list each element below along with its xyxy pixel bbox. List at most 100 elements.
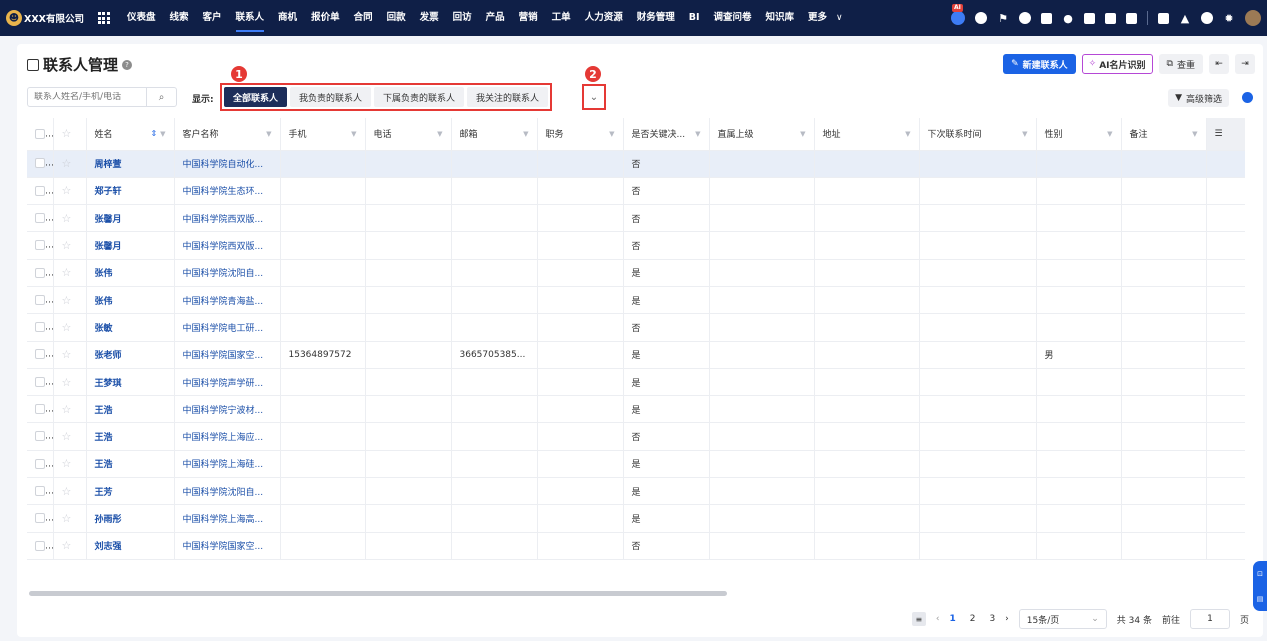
nav-item-18[interactable]: 更多 xyxy=(801,0,834,36)
cell-name[interactable]: 刘志强 xyxy=(86,532,175,560)
cell-name[interactable]: 王梦琪 xyxy=(86,368,175,397)
nav-item-0[interactable]: 仪表盘 xyxy=(120,0,163,36)
brand[interactable]: ☻ XXX有限公司 xyxy=(6,10,84,26)
calendar-icon[interactable] xyxy=(1126,12,1137,24)
cell-name[interactable]: 张伟 xyxy=(86,286,175,315)
ai-card-button[interactable]: ✧ AI名片识别 xyxy=(1081,54,1153,74)
column-header-8[interactable]: 地址 ▼ xyxy=(814,118,920,151)
cell-customer[interactable]: 中国科学院西双版... xyxy=(174,231,281,260)
filter-icon[interactable]: ▼ xyxy=(266,130,271,138)
table-row[interactable]: ☆ 张伟 中国科学院沈阳自... 是 xyxy=(27,259,1245,287)
table-row[interactable]: ☆ 周梓萱 中国科学院自动化... 否 xyxy=(27,150,1245,178)
star-icon[interactable]: ☆ xyxy=(62,266,72,279)
nav-item-11[interactable]: 营销 xyxy=(512,0,545,36)
table-row[interactable]: ☆ 孙雨彤 中国科学院上海高... 是 xyxy=(27,504,1245,533)
cell-name[interactable]: 孙雨彤 xyxy=(86,504,175,533)
filter-icon[interactable]: ▼ xyxy=(160,130,165,138)
cell-name[interactable]: 张馨月 xyxy=(86,204,175,233)
cell-name[interactable]: 张老师 xyxy=(86,341,175,369)
table-row[interactable]: ☆ 张馨月 中国科学院西双版... 否 xyxy=(27,204,1245,233)
nav-item-8[interactable]: 发票 xyxy=(413,0,446,36)
nav-item-6[interactable]: 合同 xyxy=(347,0,380,36)
filter-tab-2[interactable]: 下属负责的联系人 xyxy=(374,87,465,107)
search-input[interactable] xyxy=(28,92,146,102)
cell-customer[interactable]: 中国科学院上海高... xyxy=(174,504,281,533)
row-checkbox[interactable] xyxy=(35,240,45,251)
import-button[interactable]: ⇤ xyxy=(1209,54,1229,74)
user-icon[interactable]: ● xyxy=(1062,12,1074,25)
table-row[interactable]: ☆ 张老师 中国科学院国家空... 15364897572 3665705385... 是… xyxy=(27,341,1245,369)
apps-grid-icon[interactable] xyxy=(97,12,110,24)
cell-customer[interactable]: 中国科学院电工研... xyxy=(174,313,281,342)
cell-name[interactable]: 王浩 xyxy=(86,422,175,451)
nav-item-4[interactable]: 商机 xyxy=(271,0,304,36)
filter-icon[interactable]: ▼ xyxy=(523,130,528,138)
table-row[interactable]: ☆ 张馨月 中国科学院西双版... 否 xyxy=(27,231,1245,260)
column-settings-header[interactable]: ☰ xyxy=(1206,118,1245,151)
page-number[interactable]: 3 xyxy=(989,614,995,624)
mail-icon[interactable] xyxy=(1041,12,1052,24)
filter-icon[interactable]: ▼ xyxy=(1022,130,1027,138)
cell-customer[interactable]: 中国科学院声学研... xyxy=(174,368,281,397)
column-header-4[interactable]: 邮箱 ▼ xyxy=(451,118,538,151)
table-row[interactable]: ☆ 郑子轩 中国科学院生态环... 否 xyxy=(27,177,1245,206)
question-icon[interactable]: ? xyxy=(122,59,133,70)
help-icon[interactable] xyxy=(1201,12,1213,24)
cell-customer[interactable]: 中国科学院国家空... xyxy=(174,532,281,560)
nav-item-3[interactable]: 联系人 xyxy=(229,0,272,36)
star-icon[interactable]: ☆ xyxy=(62,485,72,498)
column-header-3[interactable]: 电话 ▼ xyxy=(365,118,452,151)
star-icon[interactable]: ☆ xyxy=(62,157,72,170)
column-header-11[interactable]: 备注 ▼ xyxy=(1121,118,1207,151)
nav-item-13[interactable]: 人力资源 xyxy=(578,0,630,36)
compass-icon[interactable] xyxy=(1019,12,1031,24)
star-icon[interactable]: ☆ xyxy=(62,430,72,443)
star-icon[interactable]: ☆ xyxy=(62,239,72,252)
sort-icon[interactable]: ⇕ xyxy=(151,129,158,138)
list-view-icon[interactable]: ≡ xyxy=(911,612,926,626)
filter-icon[interactable]: ▼ xyxy=(905,130,910,138)
column-settings-icon[interactable] xyxy=(1242,92,1253,103)
column-header-5[interactable]: 职务 ▼ xyxy=(537,118,624,151)
search-button[interactable]: ⌕ xyxy=(146,88,176,106)
star-icon[interactable]: ☆ xyxy=(62,512,72,525)
cell-customer[interactable]: 中国科学院宁波材... xyxy=(174,395,281,424)
row-checkbox[interactable] xyxy=(35,212,45,223)
filter-tab-0[interactable]: 全部联系人 xyxy=(224,87,288,107)
advanced-filter-button[interactable]: ▼ 高级筛选 xyxy=(1168,89,1229,107)
filter-icon[interactable]: ▼ xyxy=(1192,130,1197,138)
cell-name[interactable]: 张敏 xyxy=(86,313,175,342)
next-page-icon[interactable]: › xyxy=(1005,614,1009,624)
row-checkbox[interactable] xyxy=(35,404,45,415)
filter-icon[interactable]: ▼ xyxy=(609,130,614,138)
cell-name[interactable]: 王芳 xyxy=(86,477,175,506)
filter-tab-1[interactable]: 我负责的联系人 xyxy=(290,87,372,107)
row-checkbox[interactable] xyxy=(35,294,45,305)
goto-page-input[interactable]: 1 xyxy=(1189,609,1230,629)
star-icon[interactable]: ☆ xyxy=(62,457,72,470)
column-header-2[interactable]: 手机 ▼ xyxy=(280,118,366,151)
star-icon[interactable]: ☆ xyxy=(62,294,72,307)
star-icon[interactable]: ☆ xyxy=(62,127,72,140)
cell-customer[interactable]: 中国科学院青海盐... xyxy=(174,286,281,315)
nav-item-12[interactable]: 工单 xyxy=(545,0,578,36)
star-icon[interactable]: ☆ xyxy=(62,376,72,389)
nav-item-15[interactable]: BI xyxy=(682,0,707,36)
nav-item-9[interactable]: 回访 xyxy=(446,0,479,36)
cell-customer[interactable]: 中国科学院生态环... xyxy=(174,177,281,206)
row-checkbox[interactable] xyxy=(35,349,45,360)
new-contact-button[interactable]: ✎ 新建联系人 xyxy=(1003,54,1076,74)
column-header-7[interactable]: 直属上级 ▼ xyxy=(709,118,815,151)
star-icon[interactable]: ☆ xyxy=(62,184,72,197)
cell-customer[interactable]: 中国科学院沈阳自... xyxy=(174,477,281,506)
star-icon[interactable]: ☆ xyxy=(62,212,72,225)
star-icon[interactable]: ☆ xyxy=(62,403,72,416)
table-row[interactable]: ☆ 王芳 中国科学院沈阳自... 是 xyxy=(27,477,1245,506)
table-row[interactable]: ☆ 刘志强 中国科学院国家空... 否 xyxy=(27,532,1245,560)
phone-icon[interactable] xyxy=(1105,12,1116,24)
row-checkbox[interactable] xyxy=(35,458,45,469)
cell-customer[interactable]: 中国科学院沈阳自... xyxy=(174,259,281,287)
star-icon[interactable]: ☆ xyxy=(62,348,72,361)
nav-item-7[interactable]: 回款 xyxy=(380,0,413,36)
horizontal-scrollbar[interactable] xyxy=(29,591,727,596)
